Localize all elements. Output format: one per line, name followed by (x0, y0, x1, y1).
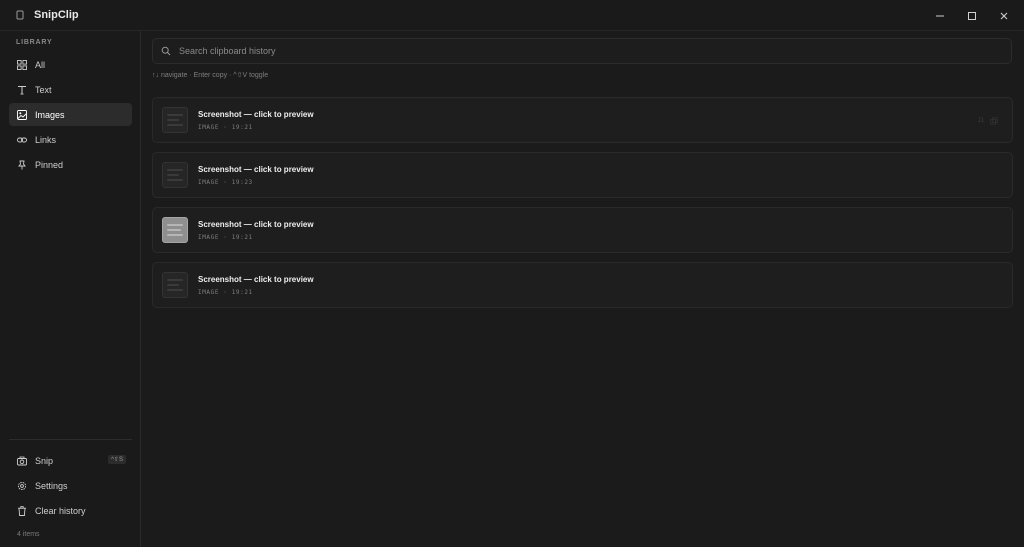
sidebar-divider (9, 439, 132, 440)
sidebar-item-text[interactable]: Text (9, 78, 132, 101)
maximize-button[interactable] (956, 0, 988, 31)
gear-icon (17, 481, 27, 491)
item-count: 4 items (17, 531, 40, 538)
card-meta: IMAGE · 19:21 (198, 288, 253, 296)
app-window: SnipClip LIBRARY All Text Images Links P… (0, 0, 1024, 547)
grid-icon (17, 59, 27, 70)
card-actions[interactable] (977, 117, 998, 127)
image-thumbnail (162, 162, 188, 188)
image-thumbnail (162, 107, 188, 133)
card-meta: IMAGE · 19:23 (198, 178, 253, 186)
clear-history-label: Clear history (35, 505, 86, 516)
settings-button[interactable]: Settings (9, 473, 132, 498)
app-title: SnipClip (34, 9, 79, 21)
clear-history-button[interactable]: Clear history (9, 498, 132, 523)
search-box[interactable] (152, 38, 1012, 64)
card-meta: IMAGE · 19:21 (198, 123, 253, 131)
clipboard-card[interactable]: Screenshot — click to preview IMAGE · 19… (152, 262, 1013, 308)
text-icon (17, 85, 27, 95)
sidebar-item-links[interactable]: Links (9, 128, 132, 151)
minimize-icon (936, 15, 944, 16)
sidebar-item-label: All (35, 59, 46, 70)
sidebar-item-label: Images (35, 109, 65, 120)
card-title: Screenshot — click to preview (198, 109, 314, 119)
search-input[interactable] (179, 46, 1011, 56)
image-thumbnail (162, 272, 188, 298)
card-title: Screenshot — click to preview (198, 219, 314, 229)
sidebar-item-pinned[interactable]: Pinned (9, 153, 132, 176)
sidebar-item-label: Text (35, 84, 52, 95)
sidebar-item-label: Pinned (35, 159, 64, 170)
image-thumbnail (162, 217, 188, 243)
clipboard-list: Screenshot — click to preview IMAGE · 19… (152, 97, 1013, 317)
sidebar-nav: All Text Images Links Pinned (9, 53, 132, 178)
clipboard-card[interactable]: Screenshot — click to preview IMAGE · 19… (152, 152, 1013, 198)
pin-icon (17, 160, 27, 170)
title-bar: SnipClip (0, 0, 1024, 31)
image-icon (17, 109, 27, 120)
card-meta: IMAGE · 19:21 (198, 233, 253, 241)
library-section-label: LIBRARY (16, 39, 53, 46)
link-icon (17, 135, 27, 145)
snip-button[interactable]: Snip ^⇧S (9, 448, 132, 473)
window-controls (924, 0, 1024, 31)
clipboard-card[interactable]: Screenshot — click to preview IMAGE · 19… (152, 207, 1013, 253)
sidebar-item-all[interactable]: All (9, 53, 132, 76)
settings-label: Settings (35, 480, 68, 491)
close-icon (1000, 12, 1008, 19)
minimize-button[interactable] (924, 0, 956, 31)
clipboard-card[interactable]: Screenshot — click to preview IMAGE · 19… (152, 97, 1013, 143)
snip-shortcut-badge: ^⇧S (108, 455, 126, 464)
sidebar-item-label: Links (35, 134, 57, 145)
close-button[interactable] (988, 0, 1020, 31)
pin-icon[interactable] (977, 117, 985, 125)
sidebar-item-images[interactable]: Images (9, 103, 132, 126)
keyboard-hint: ↑↓ navigate · Enter copy · ^⇧V toggle (152, 72, 269, 79)
app-logo-icon (14, 9, 26, 21)
sidebar: LIBRARY All Text Images Links Pinned Sni… (0, 31, 141, 547)
trash-icon (17, 505, 27, 516)
maximize-icon (968, 11, 976, 20)
copy-icon[interactable] (990, 117, 998, 125)
search-icon (161, 46, 171, 56)
camera-icon (17, 456, 27, 466)
card-title: Screenshot — click to preview (198, 164, 314, 174)
main-content: ↑↓ navigate · Enter copy · ^⇧V toggle Sc… (141, 31, 1024, 547)
sidebar-bottom-actions: Snip ^⇧S Settings Clear history (9, 448, 132, 523)
card-title: Screenshot — click to preview (198, 274, 314, 284)
snip-label: Snip (35, 455, 54, 466)
